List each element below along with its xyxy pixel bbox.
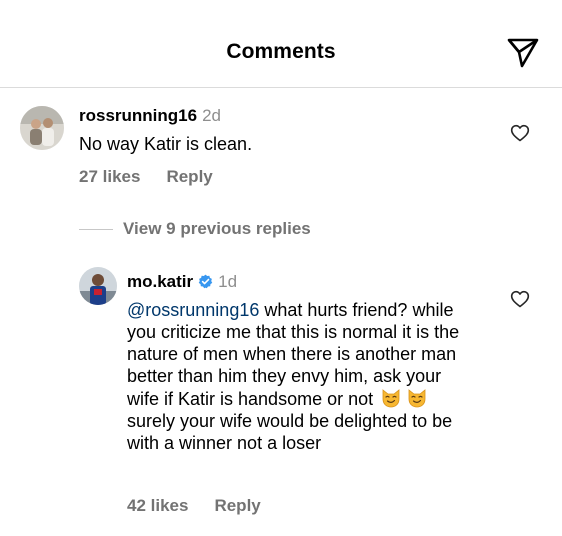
comment-text-part2: surely your wife would be delighted to b… [127, 411, 453, 453]
comment-header: rossrunning16 2d [79, 106, 221, 126]
likes-count[interactable]: 27 likes [79, 167, 140, 186]
page-title: Comments [226, 40, 336, 63]
reply-button[interactable]: Reply [214, 496, 260, 515]
username[interactable]: mo.katir [127, 272, 193, 291]
comment-actions: 27 likes Reply [79, 167, 239, 187]
likes-count[interactable]: 42 likes [127, 496, 188, 515]
replies-divider-line [79, 228, 113, 230]
heart-outline-icon[interactable] [510, 123, 530, 143]
cat-smirk-emoji [408, 389, 426, 408]
reply-button[interactable]: Reply [166, 167, 212, 186]
heart-outline-icon[interactable] [510, 289, 530, 309]
comment-actions: 42 likes Reply [127, 496, 287, 516]
comments-header: Comments [0, 0, 562, 88]
comment-header: mo.katir 1d [127, 272, 237, 292]
username[interactable]: rossrunning16 [79, 106, 197, 125]
comment-text: @rossrunning16 what hurts friend? while … [127, 299, 472, 454]
timestamp: 2d [202, 106, 222, 125]
view-replies-label: View 9 previous replies [123, 219, 311, 238]
paper-plane-icon[interactable] [506, 36, 540, 70]
verified-badge-icon [198, 274, 213, 289]
timestamp: 1d [218, 272, 238, 291]
mention-link[interactable]: @rossrunning16 [127, 300, 259, 320]
comment-text: No way Katir is clean. [79, 134, 253, 154]
avatar[interactable] [20, 106, 64, 150]
cat-smirk-emoji [382, 389, 400, 408]
view-previous-replies[interactable]: View 9 previous replies [79, 218, 311, 240]
avatar[interactable] [79, 267, 117, 305]
